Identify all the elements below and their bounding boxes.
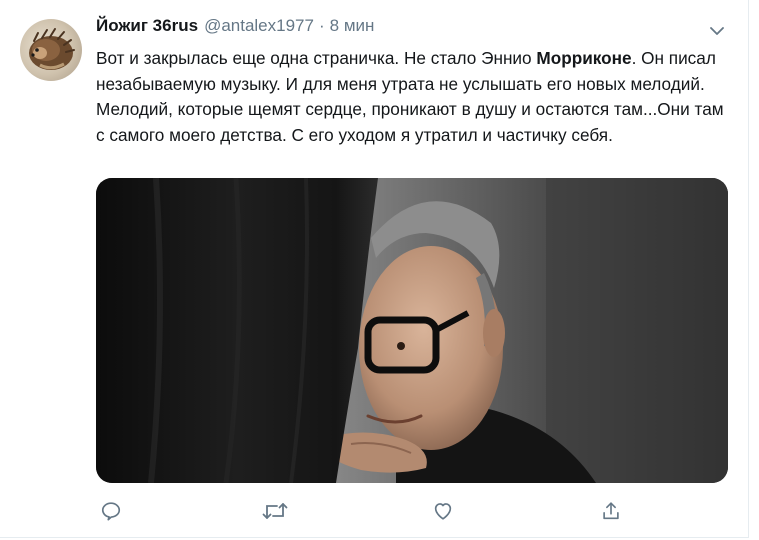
chevron-down-icon[interactable]: [706, 20, 728, 42]
avatar[interactable]: [20, 19, 82, 81]
heart-icon[interactable]: [428, 496, 458, 526]
reply-icon[interactable]: [96, 496, 126, 526]
display-name[interactable]: Йожиг 36rus: [96, 16, 198, 36]
tweet-actions: [96, 496, 656, 526]
separator-dot: ·: [318, 16, 325, 35]
tweet-text-highlight: Морриконе: [536, 48, 632, 68]
user-handle[interactable]: @antalex1977: [204, 16, 314, 36]
tweet-header: Йожиг 36rus @antalex1977 · 8 мин: [96, 16, 374, 40]
tweet-text-part-1: Вот и закрылась еще одна страничка. Не с…: [96, 48, 537, 68]
tweet-text: Вот и закрылась еще одна страничка. Не с…: [96, 46, 736, 148]
tweet-photo[interactable]: [96, 178, 728, 483]
timestamp[interactable]: 8 мин: [330, 16, 375, 36]
tweet-card[interactable]: Йожиг 36rus @antalex1977 · 8 мин Вот и з…: [0, 0, 749, 538]
share-icon[interactable]: [596, 496, 626, 526]
retweet-icon[interactable]: [260, 496, 290, 526]
